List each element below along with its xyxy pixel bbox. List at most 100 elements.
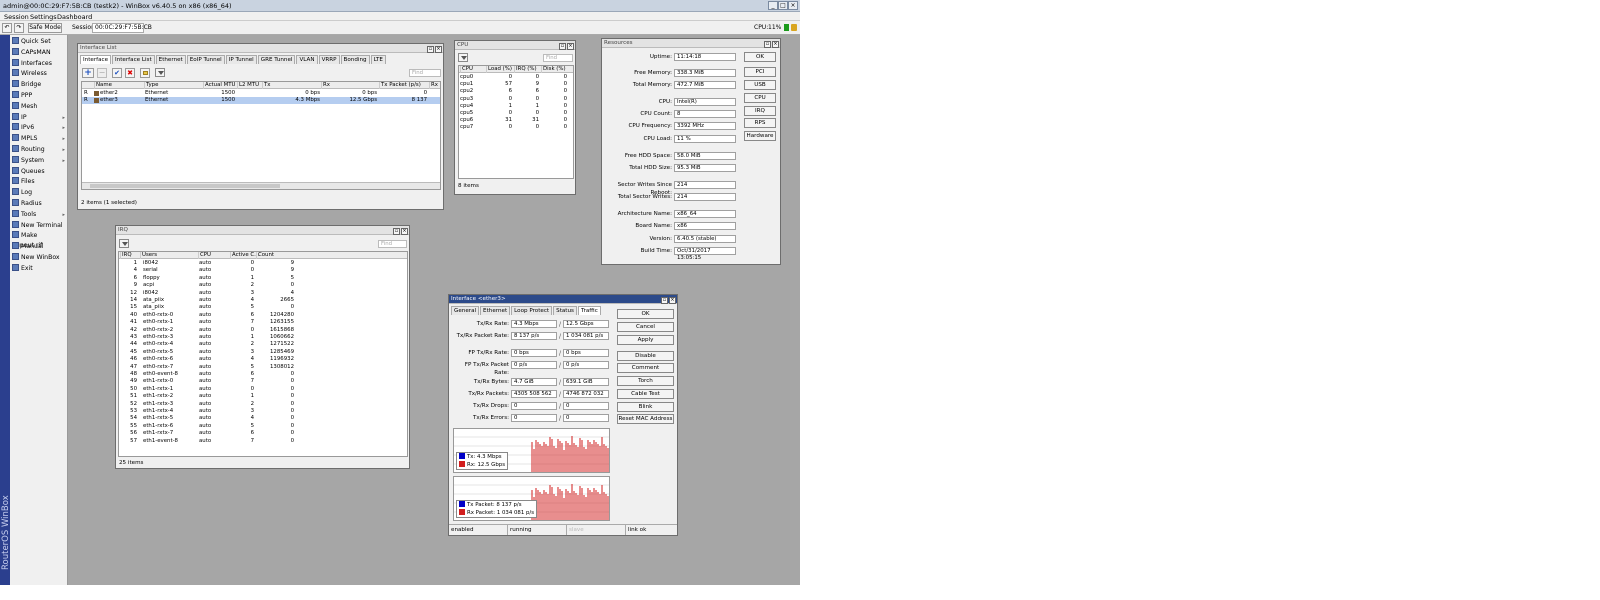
sidebar-item[interactable]: MPLS ▸ [12,134,67,144]
sidebar-item[interactable]: IPv6 ▸ [12,123,67,133]
sidebar-item[interactable]: Files [12,177,67,187]
sidebar-item[interactable]: Wireless [12,69,67,79]
tab[interactable]: VRRP [318,55,340,64]
table-row[interactable]: 6 floppy auto 1 5 [119,275,407,282]
pci-button[interactable]: PCI [744,67,776,77]
apply-button[interactable]: Apply [617,335,674,345]
table-row[interactable]: 52 eth1-rxtx-3 auto 2 0 [119,401,407,408]
sidebar-item[interactable]: CAPsMAN [12,47,67,58]
torch-button[interactable]: Torch [617,376,674,386]
table-row[interactable]: 42 eth0-rxtx-2 auto 0 1615868 [119,327,407,334]
close-icon[interactable]: × [788,1,798,10]
menu-dashboard[interactable]: Dashboard [57,13,92,21]
table-row[interactable]: 15 ata_piix auto 5 0 [119,304,407,311]
tab[interactable]: Ethernet [480,306,511,315]
table-row[interactable]: 46 eth0-rxtx-6 auto 4 1196932 [119,356,407,363]
table-row[interactable]: R ether2 Ethernet 1500 0 bps 0 bps 0 [82,90,440,97]
sidebar-item[interactable]: New WinBox [12,253,67,263]
table-row[interactable]: R ether3 Ethernet 1500 4.3 Mbps 12.5 Gbp… [82,97,440,104]
table-row[interactable]: 54 eth1-rxtx-5 auto 4 0 [119,415,407,422]
lock-icon[interactable] [791,24,797,31]
column-header[interactable]: CPU [460,66,486,73]
tab[interactable]: Status [553,306,577,315]
menu-settings[interactable]: Settings [30,13,57,21]
usb-button[interactable]: USB [744,80,776,90]
session-select[interactable]: 00:0C:29:F7:5B:CB [92,23,152,33]
column-header[interactable]: CPU [198,252,230,259]
close-icon[interactable]: × [401,228,408,235]
reset-mac-address-button[interactable]: Reset MAC Address [617,414,674,424]
table-row[interactable]: 4 serial auto 0 9 [119,267,407,274]
column-header[interactable]: L2 MTU [237,82,263,89]
tab[interactable]: Interface [80,55,112,64]
restore-icon[interactable]: ▫ [427,46,434,53]
tab[interactable]: Bonding [340,55,370,64]
table-row[interactable]: cpu5 0 0 0 [459,110,573,117]
sidebar-item[interactable]: IP ▸ [12,112,67,123]
column-header[interactable]: IRQ (%) [514,66,541,73]
tab[interactable]: GRE Tunnel [257,55,296,64]
column-header[interactable]: Tx Packet (p/s) [379,82,429,89]
scroll-thumb[interactable] [90,184,280,188]
sidebar-item[interactable]: Quick Set [12,37,67,47]
sidebar-item[interactable]: System ▸ [12,155,67,166]
tab[interactable]: Ethernet [155,55,186,64]
sidebar-item[interactable]: Exit [12,263,67,274]
restore-icon[interactable]: ▫ [393,228,400,235]
column-header[interactable]: Users [140,252,198,259]
tab[interactable]: IP Tunnel [225,55,257,64]
table-row[interactable]: 40 eth0-rxtx-0 auto 6 1204280 [119,312,407,319]
filter-icon[interactable] [155,68,165,77]
sidebar-item[interactable]: Interfaces [12,58,67,69]
column-header[interactable]: Load (%) [486,66,514,73]
table-row[interactable]: 14 ata_piix auto 4 2665 [119,297,407,304]
hardware-button[interactable]: Hardware [744,131,776,141]
table-row[interactable]: cpu2 6 6 0 [459,88,573,95]
sidebar-item[interactable]: PPP [12,91,67,101]
tab[interactable]: Traffic [577,306,601,315]
column-header[interactable]: Rx [321,82,379,89]
sidebar-item[interactable]: New Terminal [12,220,67,231]
column-header[interactable]: IRQ [120,252,140,259]
tab[interactable]: VLAN [296,55,318,64]
tab[interactable]: EoIP Tunnel [186,55,225,64]
table-row[interactable]: 1 i8042 auto 0 9 [119,260,407,267]
remove-icon[interactable]: − [97,68,107,78]
table-row[interactable]: cpu0 0 0 0 [459,74,573,81]
restore-icon[interactable]: ▫ [764,41,771,48]
sidebar-item[interactable]: Bridge [12,80,67,90]
restore-icon[interactable]: ▫ [661,297,668,304]
horizontal-scrollbar[interactable] [82,182,440,189]
tab[interactable]: LTE [370,55,386,64]
enable-icon[interactable]: ✔ [112,68,122,78]
blink-button[interactable]: Blink [617,402,674,412]
restore-icon[interactable]: ▫ [559,43,566,50]
table-row[interactable]: 41 eth0-rxtx-1 auto 7 1263155 [119,319,407,326]
table-row[interactable]: 12 i8042 auto 3 4 [119,290,407,297]
table-row[interactable]: 51 eth1-rxtx-2 auto 1 0 [119,393,407,400]
menu-session[interactable]: Session [4,13,29,21]
table-row[interactable]: 48 eth0-event-8 auto 6 0 [119,371,407,378]
maximize-icon[interactable]: □ [778,1,788,10]
irq-button[interactable]: IRQ [744,106,776,116]
close-icon[interactable]: × [435,46,442,53]
filter-icon[interactable] [458,53,468,62]
table-row[interactable]: 49 eth1-rxtx-0 auto 7 0 [119,378,407,385]
sidebar-item[interactable]: Queues [12,166,67,177]
cpu-button[interactable]: CPU [744,93,776,103]
sidebar-item[interactable]: Tools ▸ [12,209,67,220]
minimize-icon[interactable]: _ [768,1,778,10]
table-row[interactable]: cpu3 0 0 0 [459,96,573,103]
column-header[interactable]: Actual MTU [203,82,237,89]
column-header[interactable]: Disk (%) [541,66,569,73]
column-header[interactable]: Type [144,82,204,89]
cable-test-button[interactable]: Cable Test [617,389,674,399]
table-row[interactable]: 43 eth0-rxtx-3 auto 1 1060662 [119,334,407,341]
sidebar-item[interactable]: Mesh [12,101,67,112]
close-icon[interactable]: × [669,297,676,304]
table-row[interactable]: cpu1 57 9 0 [459,81,573,88]
tab[interactable]: Interface List [112,55,155,64]
tab[interactable]: Loop Protect [511,306,553,315]
comment-icon[interactable] [140,68,150,78]
table-row[interactable]: 50 eth1-rxtx-1 auto 0 0 [119,386,407,393]
